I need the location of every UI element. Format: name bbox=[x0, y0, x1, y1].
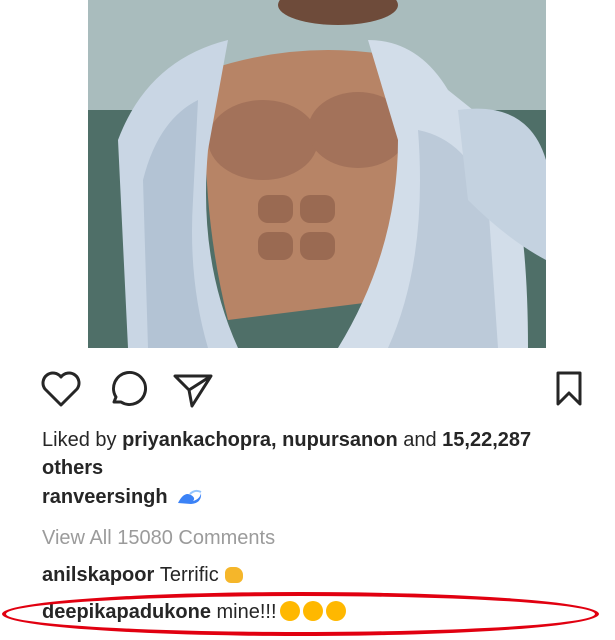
heart-icon[interactable] bbox=[40, 370, 82, 408]
wave-icon bbox=[178, 489, 202, 504]
fist-emoji-icon bbox=[224, 567, 243, 583]
post-caption: ranveersingh bbox=[42, 486, 203, 509]
likes-suffix[interactable]: others bbox=[42, 457, 103, 479]
liked-by-user-nupursanon[interactable]: nupursanon bbox=[282, 429, 398, 451]
caption-username[interactable]: ranveersingh bbox=[42, 486, 168, 508]
comment-username[interactable]: anilskapoor bbox=[42, 564, 154, 586]
likes-prefix: Liked by bbox=[42, 429, 123, 451]
view-all-comments-link[interactable]: View All 15080 Comments bbox=[42, 527, 275, 550]
liked-by-user-priyankachopra[interactable]: priyankachopra bbox=[122, 429, 271, 451]
bookmark-icon[interactable] bbox=[554, 370, 584, 408]
comment-icon[interactable] bbox=[106, 370, 148, 410]
comment-item: anilskapoor Terrific bbox=[42, 564, 243, 587]
likes-separator: , bbox=[271, 429, 283, 451]
likes-and: and bbox=[397, 429, 443, 451]
comment-text: Terrific bbox=[159, 564, 219, 586]
post-photo[interactable] bbox=[88, 0, 546, 348]
likes-count[interactable]: 15,22,287 bbox=[442, 429, 531, 451]
likes-summary[interactable]: Liked by priyankachopra, nupursanon and … bbox=[42, 426, 582, 482]
red-highlight-ellipse bbox=[2, 592, 599, 636]
share-icon[interactable] bbox=[172, 370, 214, 410]
post-actions-bar bbox=[0, 364, 615, 414]
photo-shirtless-man-image bbox=[88, 0, 546, 348]
